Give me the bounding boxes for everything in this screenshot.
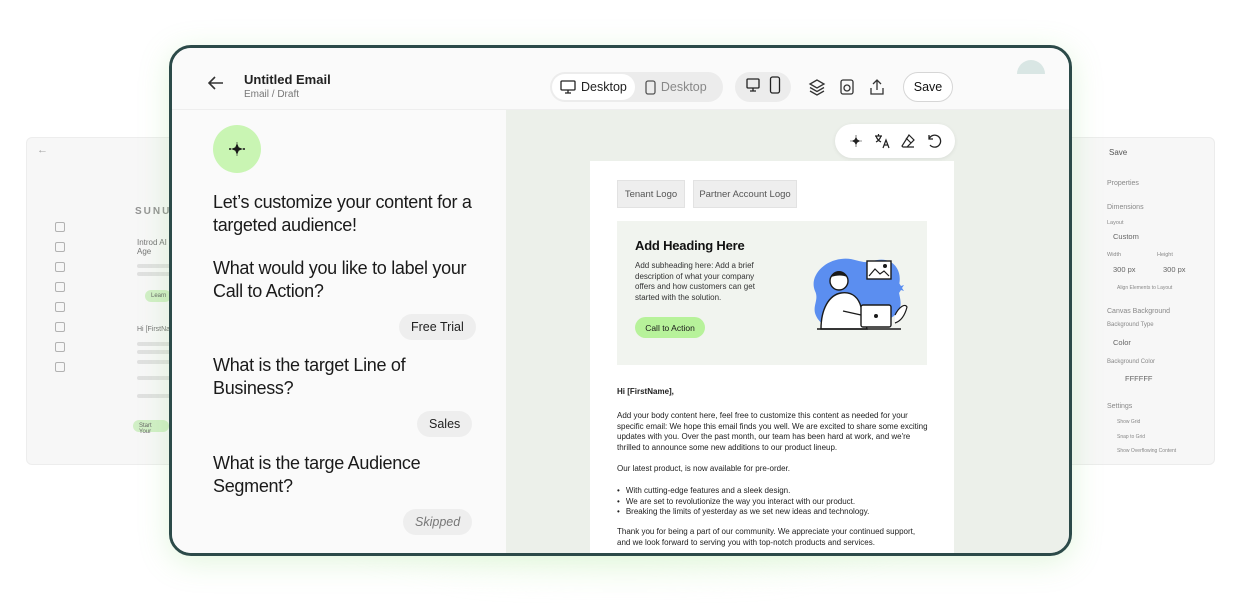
preview-button: Learn	[145, 290, 171, 302]
list-item: Breaking the limits of yesterday as we s…	[617, 507, 929, 518]
layers-icon[interactable]	[808, 78, 826, 96]
mobile-preview-icon[interactable]	[769, 75, 781, 99]
layout-label: Layout	[1107, 220, 1124, 226]
chat-question-audience: What is the targe Audience Segment?	[213, 453, 421, 496]
panel-save: Save	[1109, 148, 1128, 157]
email-editor-window: Untitled Email Email / Draft Desktop Des…	[169, 45, 1072, 556]
email-paragraph-2: Our latest product, is now available for…	[617, 464, 790, 473]
top-bar: Untitled Email Email / Draft Desktop Des…	[172, 48, 1069, 110]
bg-type-label: Background Type	[1107, 322, 1154, 328]
partner-logo-placeholder[interactable]: Partner Account Logo	[693, 180, 797, 208]
text-icon	[55, 262, 65, 272]
button-icon	[55, 282, 65, 292]
height-value: 300 px	[1163, 265, 1186, 274]
align-label: Align Elements to Layout	[1117, 285, 1173, 291]
canvas-bg-label: Canvas Background	[1107, 308, 1171, 315]
sparkle-icon[interactable]	[847, 132, 865, 150]
list-item: We are set to revolutionize the way you …	[617, 497, 929, 508]
layout-value: Custom	[1113, 232, 1139, 241]
preview-cta: Start Your	[133, 420, 169, 435]
width-label: Width	[1107, 252, 1122, 258]
email-greeting: Hi [FirstName],	[617, 387, 674, 396]
email-document: Tenant Logo Partner Account Logo Add Hea…	[590, 161, 954, 553]
link-icon	[55, 322, 65, 332]
chat-question-lob: What is the target Line of Business?	[213, 355, 406, 398]
image-icon	[55, 242, 65, 252]
mobile-icon	[645, 79, 656, 95]
ai-chat-panel: Let’s customize your content for a targe…	[172, 110, 506, 553]
overflow-label: Show Overflowing Content	[1117, 448, 1177, 454]
email-title: Untitled Email	[244, 72, 331, 87]
chat-answer-cta: Free Trial	[399, 314, 476, 340]
breadcrumb: Email / Draft	[244, 89, 300, 100]
stage: ← SUNU Introd AI Age Learn Hi [FirstName…	[0, 0, 1240, 603]
back-arrow-icon: ←	[37, 144, 48, 156]
height-label: Height	[1157, 252, 1173, 258]
bg-type-value: Color	[1113, 338, 1131, 347]
show-grid-label: Show Grid	[1117, 419, 1141, 425]
bg-color-value: FFFFFF	[1125, 374, 1153, 383]
undo-icon[interactable]	[925, 132, 943, 150]
rows-icon	[55, 222, 65, 232]
view-toggle: Desktop Desktop	[550, 72, 723, 102]
chat-intro: Let’s customize your content for a targe…	[213, 192, 472, 235]
view-desktop-button[interactable]: Desktop	[552, 74, 635, 100]
dimensions-label: Dimensions	[1107, 204, 1144, 211]
back-arrow-icon[interactable]	[207, 76, 224, 95]
email-paragraph-3: Thank you for being a part of our commun…	[617, 527, 916, 547]
list-item: With cutting-edge features and a sleek d…	[617, 486, 929, 497]
desktop-preview-icon[interactable]	[745, 77, 761, 98]
email-bullet-list: With cutting-edge features and a sleek d…	[617, 486, 929, 518]
chat-question-cta: What would you like to label your Call t…	[213, 258, 467, 301]
hero-heading: Add Heading Here	[635, 238, 745, 253]
snap-grid-label: Snap to Grid	[1117, 434, 1146, 440]
chat-answer-lob: Sales	[417, 411, 473, 437]
eraser-icon[interactable]	[899, 132, 917, 150]
brand-logo: SUNU	[135, 206, 172, 217]
cta-button[interactable]: Call to Action	[635, 317, 705, 338]
view-mobile-label: Desktop	[660, 80, 707, 94]
ai-sparkle-icon	[213, 125, 261, 173]
view-mobile-button[interactable]: Desktop	[637, 74, 715, 100]
email-canvas: Tenant Logo Partner Account Logo Add Hea…	[506, 110, 1069, 553]
view-desktop-label: Desktop	[581, 80, 627, 94]
tenant-logo-placeholder[interactable]: Tenant Logo	[617, 180, 685, 208]
person-laptop-illustration	[813, 258, 908, 330]
hero-subheading: Add subheading here: Add a brief descrip…	[635, 261, 755, 302]
width-value: 300 px	[1113, 265, 1136, 274]
settings-label: Settings	[1107, 403, 1133, 410]
footer-icon	[55, 362, 65, 372]
tool-rail	[55, 222, 65, 372]
snapshot-icon[interactable]	[838, 78, 856, 96]
ai-toolbar	[835, 124, 955, 158]
save-button[interactable]: Save	[903, 72, 953, 102]
email-paragraph-1: Add your body content here, feel free to…	[617, 411, 928, 452]
desktop-icon	[560, 80, 576, 94]
chat-answer-audience: Skipped	[403, 509, 473, 535]
divider-icon	[55, 302, 65, 312]
translate-icon[interactable]	[873, 132, 891, 150]
device-toggle	[735, 72, 791, 102]
background-properties-panel: Save Properties Dimensions Layout Custom…	[1060, 137, 1215, 465]
background-editor-left: ← SUNU Introd AI Age Learn Hi [FirstName…	[26, 137, 186, 465]
avatar[interactable]	[1017, 60, 1045, 74]
bg-color-label: Background Color	[1107, 359, 1156, 365]
hero-block[interactable]: Add Heading Here Add subheading here: Ad…	[617, 221, 927, 365]
share-icon	[55, 342, 65, 352]
export-icon[interactable]	[868, 78, 886, 96]
properties-label: Properties	[1107, 180, 1139, 187]
